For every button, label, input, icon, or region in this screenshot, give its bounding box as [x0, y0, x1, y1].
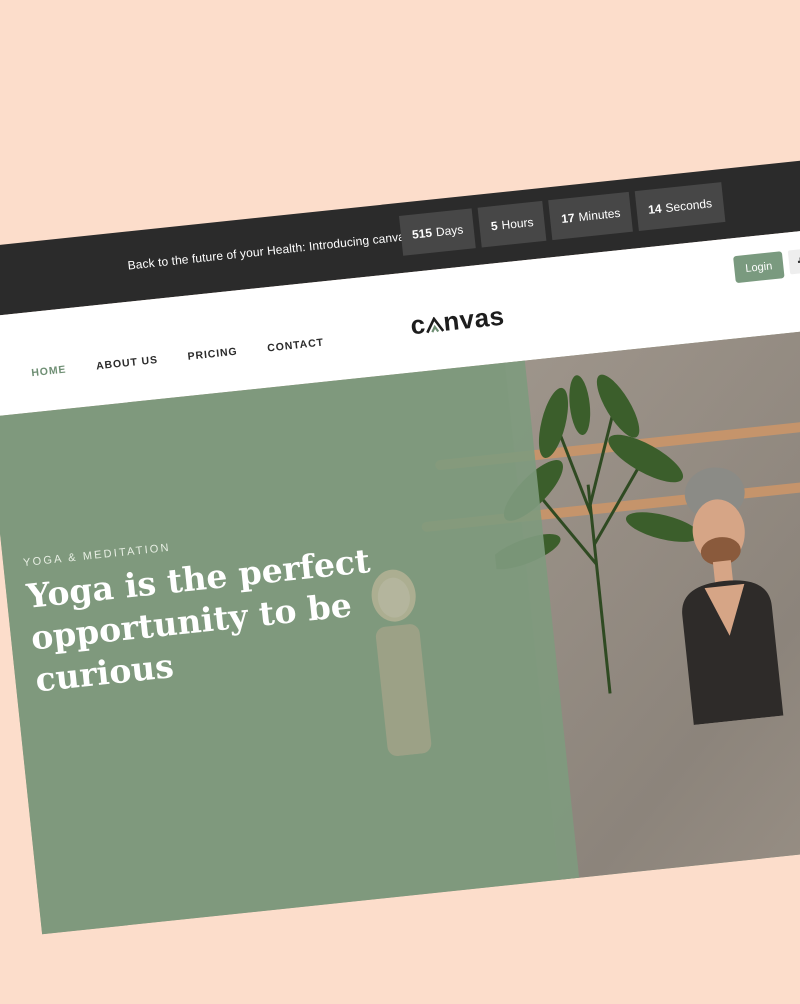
countdown-hours: 5 Hours — [477, 200, 547, 248]
countdown-days-unit: Days — [435, 222, 464, 240]
countdown-days-value: 515 — [411, 225, 433, 242]
nav-item-pricing[interactable]: PRICING — [187, 346, 238, 363]
countdown-hours-value: 5 — [490, 218, 499, 234]
header-actions: Login — [733, 245, 800, 284]
nav-item-home[interactable]: HOME — [31, 364, 67, 380]
countdown-minutes-unit: Minutes — [577, 205, 622, 225]
login-button[interactable]: Login — [733, 251, 785, 284]
site-logo[interactable]: c nvas — [409, 301, 506, 342]
website-screenshot: Back to the future of your Health: Intro… — [0, 133, 800, 1004]
nav-item-about-us[interactable]: ABOUT US — [96, 354, 159, 372]
countdown-seconds: 14 Seconds — [635, 182, 725, 231]
main-nav: HOME ABOUT US PRICING CONTACT — [31, 337, 325, 380]
nav-item-contact[interactable]: CONTACT — [267, 337, 325, 355]
logo-prefix: c — [408, 308, 427, 341]
countdown-days: 515 Days — [399, 208, 477, 256]
countdown-minutes-value: 17 — [560, 210, 576, 226]
logo-mountain-icon — [425, 316, 445, 334]
facebook-icon[interactable] — [787, 248, 800, 275]
countdown-minutes: 17 Minutes — [548, 191, 634, 241]
countdown-seconds-value: 14 — [647, 201, 663, 217]
countdown-seconds-unit: Seconds — [664, 196, 713, 216]
countdown-hours-unit: Hours — [500, 214, 535, 233]
announcement-text: Back to the future of your Health: Intro… — [126, 225, 446, 273]
logo-suffix: nvas — [441, 300, 506, 337]
